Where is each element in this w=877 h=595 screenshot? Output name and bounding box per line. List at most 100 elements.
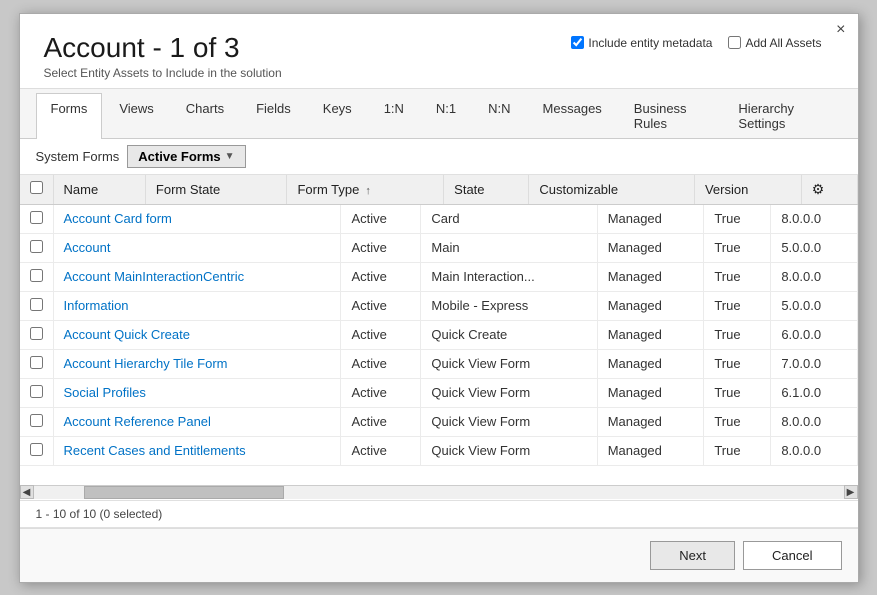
row-form-state: Active <box>341 378 421 407</box>
row-checkbox-cell <box>20 378 54 407</box>
col-header-version[interactable]: Version <box>694 175 801 205</box>
tab-hierarchy-settings[interactable]: Hierarchy Settings <box>723 93 839 138</box>
row-version: 6.0.0.0 <box>771 320 857 349</box>
row-checkbox[interactable] <box>30 443 43 456</box>
row-name-link[interactable]: Account Quick Create <box>64 327 190 342</box>
toolbar: System Forms Active Forms ▼ <box>20 139 858 175</box>
scroll-right-arrow[interactable]: ▶ <box>844 485 858 499</box>
row-checkbox-cell <box>20 291 54 320</box>
col-header-form_type[interactable]: Form Type ↑ <box>287 175 444 205</box>
row-name-link[interactable]: Account Card form <box>64 211 172 226</box>
row-form-type: Mobile - Express <box>421 291 597 320</box>
col-header-gear: ⚙ <box>801 175 857 205</box>
tab-forms[interactable]: Forms <box>36 93 103 139</box>
main-dialog: × Account - 1 of 3 Select Entity Assets … <box>19 13 859 583</box>
tab-1-n[interactable]: 1:N <box>369 93 419 138</box>
row-form-type: Main <box>421 233 597 262</box>
row-checkbox[interactable] <box>30 414 43 427</box>
status-bar: 1 - 10 of 10 (0 selected) <box>20 500 858 528</box>
row-form-state: Active <box>341 233 421 262</box>
header-right: Include entity metadata Add All Assets <box>571 36 821 50</box>
row-form-state: Active <box>341 262 421 291</box>
sort-icon-form_type: ↑ <box>362 185 371 197</box>
row-version: 6.1.0.0 <box>771 378 857 407</box>
row-form-state: Active <box>341 320 421 349</box>
row-checkbox[interactable] <box>30 327 43 340</box>
gear-icon[interactable]: ⚙ <box>812 181 825 197</box>
row-checkbox[interactable] <box>30 211 43 224</box>
scroll-track <box>34 486 844 499</box>
tab-n-n[interactable]: N:N <box>473 93 525 138</box>
tab-messages[interactable]: Messages <box>528 93 617 138</box>
row-customizable: True <box>704 407 771 436</box>
row-state: Managed <box>597 233 704 262</box>
add-all-assets-text: Add All Assets <box>745 36 821 50</box>
row-version: 8.0.0.0 <box>771 436 857 465</box>
tab-charts[interactable]: Charts <box>171 93 239 138</box>
row-name-link[interactable]: Recent Cases and Entitlements <box>64 443 246 458</box>
select-all-checkbox[interactable] <box>30 181 43 194</box>
add-all-assets-label[interactable]: Add All Assets <box>728 36 821 50</box>
col-header-name[interactable]: Name <box>53 175 145 205</box>
row-checkbox[interactable] <box>30 298 43 311</box>
tab-n-1[interactable]: N:1 <box>421 93 471 138</box>
row-checkbox-cell <box>20 436 54 465</box>
active-forms-label: Active Forms <box>138 149 220 164</box>
row-name-cell: Account <box>53 233 341 262</box>
dialog-footer: Next Cancel <box>20 528 858 582</box>
tab-keys[interactable]: Keys <box>308 93 367 138</box>
row-name-cell: Account Reference Panel <box>53 407 341 436</box>
status-label: 1 - 10 of 10 (0 selected) <box>36 507 163 521</box>
row-customizable: True <box>704 233 771 262</box>
tab-fields[interactable]: Fields <box>241 93 306 138</box>
include-metadata-text: Include entity metadata <box>588 36 712 50</box>
row-form-state: Active <box>341 205 421 234</box>
col-header-checkbox <box>20 175 54 205</box>
scroll-area[interactable]: Account Card formActiveCardManagedTrue8.… <box>20 205 858 485</box>
data-table-body: Account Card formActiveCardManagedTrue8.… <box>20 205 858 466</box>
table-row: Recent Cases and EntitlementsActiveQuick… <box>20 436 858 465</box>
row-name-link[interactable]: Information <box>64 298 129 313</box>
active-forms-dropdown[interactable]: Active Forms ▼ <box>127 145 245 168</box>
row-name-cell: Recent Cases and Entitlements <box>53 436 341 465</box>
col-header-form_state[interactable]: Form State <box>145 175 287 205</box>
row-form-type: Card <box>421 205 597 234</box>
table-row: Account MainInteractionCentricActiveMain… <box>20 262 858 291</box>
row-name-link[interactable]: Social Profiles <box>64 385 146 400</box>
row-state: Managed <box>597 320 704 349</box>
row-checkbox[interactable] <box>30 385 43 398</box>
row-name-cell: Information <box>53 291 341 320</box>
row-name-link[interactable]: Account MainInteractionCentric <box>64 269 245 284</box>
col-header-state[interactable]: State <box>444 175 529 205</box>
tab-business-rules[interactable]: Business Rules <box>619 93 722 138</box>
include-metadata-label[interactable]: Include entity metadata <box>571 36 712 50</box>
row-version: 5.0.0.0 <box>771 233 857 262</box>
table-row: InformationActiveMobile - ExpressManaged… <box>20 291 858 320</box>
row-name-link[interactable]: Account Hierarchy Tile Form <box>64 356 228 371</box>
cancel-button[interactable]: Cancel <box>743 541 841 570</box>
row-name-link[interactable]: Account Reference Panel <box>64 414 211 429</box>
close-button[interactable]: × <box>836 22 845 38</box>
row-checkbox-cell <box>20 349 54 378</box>
tab-views[interactable]: Views <box>104 93 168 138</box>
add-all-assets-checkbox[interactable] <box>728 36 741 49</box>
horizontal-scrollbar[interactable]: ◀ ▶ <box>20 485 858 499</box>
include-metadata-checkbox[interactable] <box>571 36 584 49</box>
table-row: Account Card formActiveCardManagedTrue8.… <box>20 205 858 234</box>
row-customizable: True <box>704 205 771 234</box>
row-name-link[interactable]: Account <box>64 240 111 255</box>
row-checkbox[interactable] <box>30 240 43 253</box>
row-form-state: Active <box>341 436 421 465</box>
row-form-state: Active <box>341 407 421 436</box>
col-header-customizable[interactable]: Customizable <box>529 175 695 205</box>
row-customizable: True <box>704 262 771 291</box>
row-customizable: True <box>704 320 771 349</box>
row-checkbox[interactable] <box>30 356 43 369</box>
scroll-left-arrow[interactable]: ◀ <box>20 485 34 499</box>
row-checkbox-cell <box>20 233 54 262</box>
row-customizable: True <box>704 436 771 465</box>
row-name-cell: Account Card form <box>53 205 341 234</box>
scroll-thumb[interactable] <box>84 486 284 499</box>
next-button[interactable]: Next <box>650 541 735 570</box>
row-checkbox[interactable] <box>30 269 43 282</box>
